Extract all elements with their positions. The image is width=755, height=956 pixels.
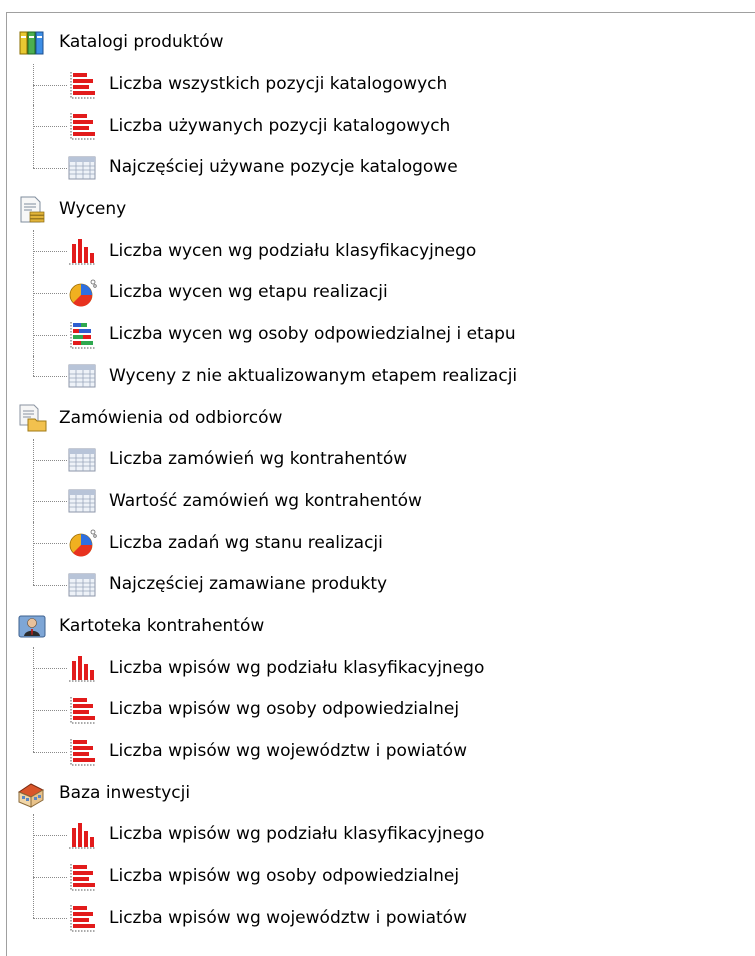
report-item-liczba-wycen-wg-etapu-realizacji[interactable]: Liczba wycen wg etapu realizacji: [7, 272, 755, 314]
order-folder-icon: [17, 403, 47, 433]
tree-group-kartoteka-kontrahentow: Kartoteka kontrahentów Liczba wpisów wg p…: [7, 606, 755, 773]
bar-chart-horizontal-icon: [67, 695, 97, 725]
report-item-label: Liczba używanych pozycji katalogowych: [109, 115, 451, 136]
tree-connector: [33, 501, 67, 503]
report-item-label: Liczba wpisów wg podziału klasyfikacyjne…: [109, 657, 485, 678]
report-item-label: Najczęściej używane pozycje katalogowe: [109, 157, 458, 178]
tree-node-label: Baza inwestycji: [59, 782, 191, 803]
report-item-label: Liczba wycen wg podziału klasyfikacyjneg…: [109, 240, 477, 261]
bar-chart-horizontal-icon: [67, 903, 97, 933]
tree-node-label: Katalogi produktów: [59, 32, 224, 53]
report-item-label: Liczba wpisów wg podziału klasyfikacyjne…: [109, 824, 485, 845]
document-money-icon: [17, 195, 47, 225]
tree-group-baza-inwestycji: Baza inwestycji Liczba wpisów wg podziału…: [7, 772, 755, 939]
table-icon: [67, 153, 97, 183]
tree-connector: [33, 709, 67, 711]
table-icon: [67, 570, 97, 600]
report-tree: Katalogi produktów Liczba wszystkich pozy…: [7, 22, 755, 939]
report-item-liczba-wszystkich-pozycji-katalogowych[interactable]: Liczba wszystkich pozycji katalogowych: [7, 63, 755, 106]
tree-node-katalogi-produktow[interactable]: Katalogi produktów: [7, 22, 755, 64]
report-item-label: Liczba wszystkich pozycji katalogowych: [109, 74, 448, 95]
tree-node-label: Kartoteka kontrahentów: [59, 615, 265, 636]
bar-chart-stacked-icon: [67, 320, 97, 350]
report-item-najczesciej-zamawiane-produkty[interactable]: Najczęściej zamawiane produkty: [7, 563, 755, 606]
building-icon: [17, 778, 47, 809]
report-item-wyceny-z-nie-aktualizowanym-etapem-realizacji[interactable]: Wyceny z nie aktualizowanym etapem reali…: [7, 355, 755, 398]
tree-connector: [33, 897, 34, 919]
report-item-liczba-wycen-wg-podzialu-klasyfikacyjnego[interactable]: Liczba wycen wg podziału klasyfikacyjneg…: [7, 230, 755, 273]
report-item-label: Najczęściej zamawiane produkty: [109, 574, 388, 595]
pie-chart-icon: [67, 278, 97, 308]
tree-connector: [33, 147, 34, 168]
tree-connector: [33, 543, 67, 545]
tree-group-katalogi-produktow: Katalogi produktów Liczba wszystkich pozy…: [7, 22, 755, 189]
report-item-liczba-wpisow-wg-podzialu-klasyfikacyjnego[interactable]: Liczba wpisów wg podziału klasyfikacyjne…: [7, 647, 755, 689]
tree-node-zamowienia-od-odbiorcow[interactable]: Zamówienia od odbiorców: [7, 397, 755, 439]
report-item-label: Liczba wpisów wg osoby odpowiedzialnej: [109, 866, 460, 887]
contact-card-icon: [17, 611, 47, 641]
bar-chart-vertical-icon: [67, 820, 97, 850]
bar-chart-horizontal-icon: [67, 111, 97, 141]
table-icon: [67, 486, 97, 516]
table-icon: [67, 361, 97, 391]
bar-chart-vertical-icon: [67, 236, 97, 266]
table-icon: [67, 445, 97, 475]
tree-group-zamowienia-od-odbiorcow: Zamówienia od odbiorców Liczba zamówień w…: [7, 397, 755, 605]
tree-connector: [33, 751, 67, 753]
tree-connector: [33, 334, 67, 336]
tree-connector: [33, 376, 67, 378]
tree-connector: [33, 918, 67, 920]
tree-node-wyceny[interactable]: Wyceny: [7, 189, 755, 231]
tree-connector: [33, 834, 67, 836]
tree-connector: [33, 459, 67, 461]
tree-connector: [33, 84, 67, 86]
tree-node-kartoteka-kontrahentow[interactable]: Kartoteka kontrahentów: [7, 606, 755, 648]
pie-chart-icon: [67, 528, 97, 558]
tree-node-label: Zamówienia od odbiorców: [59, 407, 283, 428]
report-item-wartosc-zamowien-wg-kontrahentow[interactable]: Wartość zamówień wg kontrahentów: [7, 480, 755, 523]
report-item-liczba-wpisow-wg-osoby-odpowiedzialnej[interactable]: Liczba wpisów wg osoby odpowiedzialnej: [7, 689, 755, 731]
tree-connector: [33, 126, 67, 128]
report-item-label: Liczba wpisów wg osoby odpowiedzialnej: [109, 699, 460, 720]
tree-connector: [33, 584, 67, 586]
tree-group-wyceny: Wyceny Liczba wycen wg podziału klasyfika…: [7, 189, 755, 397]
report-item-liczba-wpisow-wg-wojewodztw-i-powiatow[interactable]: Liczba wpisów wg województw i powiatów: [7, 897, 755, 939]
bar-chart-horizontal-icon: [67, 70, 97, 100]
report-item-label: Liczba wpisów wg województw i powiatów: [109, 907, 467, 928]
report-item-label: Liczba wycen wg etapu realizacji: [109, 282, 388, 303]
report-item-label: Wyceny z nie aktualizowanym etapem reali…: [109, 365, 518, 386]
bar-chart-horizontal-icon: [67, 737, 97, 767]
tree-connector: [33, 292, 67, 294]
bar-chart-vertical-icon: [67, 653, 97, 683]
report-item-label: Liczba wycen wg osoby odpowiedzialnej i …: [109, 324, 516, 345]
report-item-liczba-wpisow-wg-wojewodztw-i-powiatow[interactable]: Liczba wpisów wg województw i powiatów: [7, 730, 755, 773]
report-item-liczba-wpisow-wg-podzialu-klasyfikacyjnego[interactable]: Liczba wpisów wg podziału klasyfikacyjne…: [7, 814, 755, 856]
tree-connector: [33, 876, 67, 878]
tree-connector: [33, 730, 34, 752]
tree-connector: [33, 563, 34, 585]
report-item-liczba-zamowien-wg-kontrahentow[interactable]: Liczba zamówień wg kontrahentów: [7, 438, 755, 481]
report-item-liczba-uzywanych-pozycji-katalogowych[interactable]: Liczba używanych pozycji katalogowych: [7, 105, 755, 148]
tree-connector: [33, 355, 34, 377]
report-item-najczesciej-uzywane-pozycje-katalogowe[interactable]: Najczęściej używane pozycje katalogowe: [7, 147, 755, 189]
report-item-label: Liczba wpisów wg województw i powiatów: [109, 741, 467, 762]
bar-chart-horizontal-icon: [67, 862, 97, 892]
tree-node-label: Wyceny: [59, 199, 127, 220]
report-item-liczba-wycen-wg-osoby-odpowiedzialnej-i-etapu[interactable]: Liczba wycen wg osoby odpowiedzialnej i …: [7, 313, 755, 356]
tree-connector: [33, 251, 67, 253]
report-item-label: Liczba zadań wg stanu realizacji: [109, 532, 383, 553]
report-item-liczba-zadan-wg-stanu-realizacji[interactable]: Liczba zadań wg stanu realizacji: [7, 522, 755, 564]
tree-connector: [33, 668, 67, 670]
report-tree-panel: Katalogi produktów Liczba wszystkich pozy…: [6, 12, 755, 956]
tree-connector: [33, 167, 67, 169]
books-icon: [17, 28, 47, 58]
tree-node-baza-inwestycji[interactable]: Baza inwestycji: [7, 772, 755, 814]
report-item-liczba-wpisow-wg-osoby-odpowiedzialnej[interactable]: Liczba wpisów wg osoby odpowiedzialnej: [7, 855, 755, 898]
report-item-label: Wartość zamówień wg kontrahentów: [109, 490, 422, 511]
report-item-label: Liczba zamówień wg kontrahentów: [109, 449, 408, 470]
